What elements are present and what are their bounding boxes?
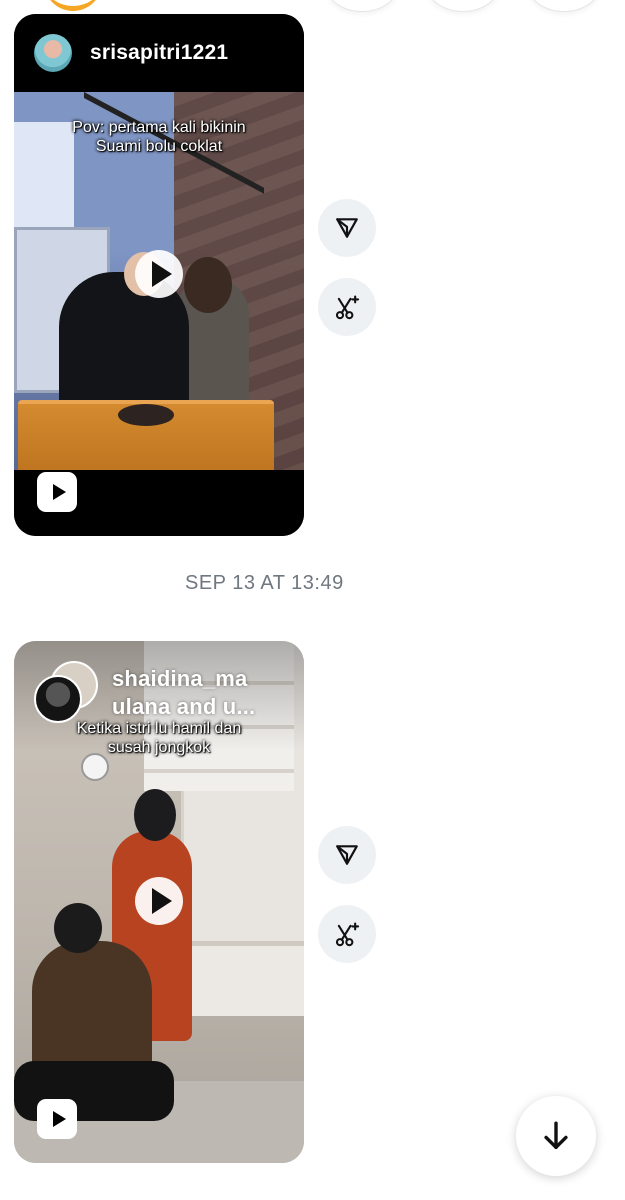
- share-paper-plane-icon: [336, 845, 358, 865]
- share-paper-plane-icon: [336, 218, 358, 238]
- share-button[interactable]: [318, 199, 376, 257]
- sparkle-scissors-icon: [335, 295, 360, 320]
- remix-button[interactable]: [318, 905, 376, 963]
- shared-reel-card[interactable]: shaidina_ma ulana and u... Ketika istri …: [14, 641, 304, 1163]
- shared-reel-card[interactable]: srisapitri1221 Pov: pertama kali bikinin…: [14, 14, 304, 536]
- message-timestamp: SEP 13 AT 13:49: [185, 572, 344, 594]
- top-avatar-partial-2[interactable]: [427, 0, 499, 12]
- reel-author-avatar[interactable]: [34, 34, 72, 72]
- top-avatar-partial-3[interactable]: [528, 0, 600, 12]
- story-ring-partial: [44, 0, 102, 11]
- share-button[interactable]: [318, 826, 376, 884]
- sparkle-scissors-icon: [335, 922, 360, 947]
- reel-author-username[interactable]: shaidina_ma ulana and u...: [112, 665, 292, 721]
- reel-author-avatar[interactable]: [34, 675, 82, 723]
- reels-icon: [37, 1099, 77, 1139]
- arrow-down-icon: [544, 1121, 568, 1150]
- remix-button[interactable]: [318, 278, 376, 336]
- reel-author-username[interactable]: srisapitri1221: [90, 41, 228, 65]
- reel-caption: Pov: pertama kali bikinin Suami bolu cok…: [72, 119, 246, 155]
- reel-caption: Ketika istri lu hamil dan susah jongkok: [76, 720, 242, 756]
- reels-icon: [37, 472, 77, 512]
- scroll-to-bottom-button[interactable]: [516, 1096, 596, 1176]
- top-avatar-partial-1[interactable]: [326, 0, 398, 12]
- play-icon[interactable]: [135, 877, 183, 925]
- play-icon[interactable]: [135, 250, 183, 298]
